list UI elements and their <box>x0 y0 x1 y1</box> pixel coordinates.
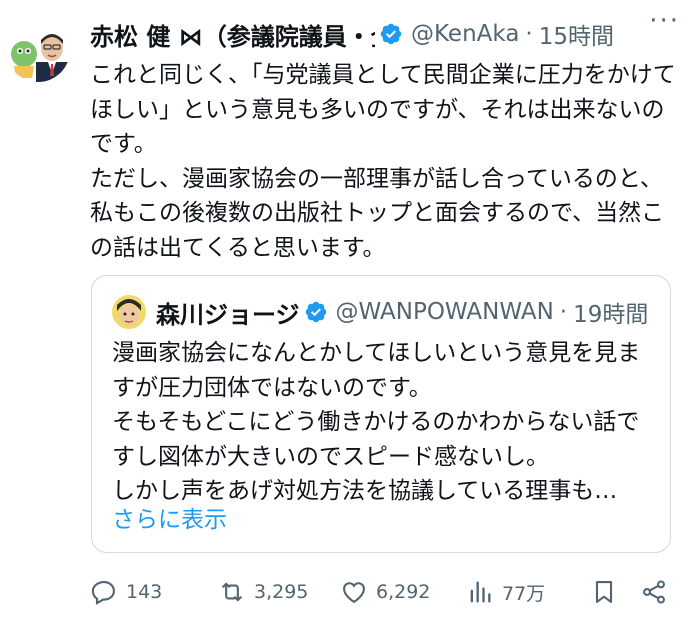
like-count: 6,292 <box>376 581 431 603</box>
bookmark-button[interactable] <box>590 572 626 612</box>
show-more-link[interactable]: さらに表示 <box>112 500 227 534</box>
retweet-count: 3,295 <box>254 581 309 603</box>
separator-dot: · <box>559 299 568 325</box>
retweet-button[interactable]: 3,295 <box>218 572 308 612</box>
quote-body: 漫画家協会になんとかしてほしいという意見を見ますが圧力団体ではないのです。 そも… <box>112 340 641 504</box>
tweet-text: これと同じく、「与党議員として民間企業に圧力をかけてほしい」という意見も多いので… <box>90 58 680 265</box>
reply-button[interactable]: 143 <box>90 572 162 612</box>
quote-author-handle[interactable]: @WANPOWANWAN <box>336 299 554 325</box>
reply-icon <box>91 581 115 605</box>
author-name[interactable]: 赤松 健 ⋈（参議院議員・全 <box>90 17 375 52</box>
views-icon <box>470 581 491 603</box>
quote-author-avatar <box>112 295 146 329</box>
verified-badge-icon <box>380 23 402 45</box>
quote-time[interactable]: 19時間 <box>573 295 648 329</box>
quoted-tweet[interactable]: 森川ジョージ @WANPOWANWAN · 19時間 漫画家協会になんとかしてほ… <box>91 275 671 553</box>
more-icon[interactable]: ··· <box>649 6 680 36</box>
verified-badge-icon <box>305 301 326 323</box>
tweet-body: これと同じく、「与党議員として民間企業に圧力をかけてほしい」という意見も多いので… <box>90 62 676 261</box>
views-count: 77万 <box>502 582 546 605</box>
retweet-icon <box>222 582 242 602</box>
like-icon <box>343 582 365 604</box>
quote-text: 漫画家協会になんとかしてほしいという意見を見ますが圧力団体ではないのです。 そも… <box>112 336 657 509</box>
views-button[interactable]: 77万 <box>466 572 545 612</box>
like-button[interactable]: 6,292 <box>340 572 430 612</box>
share-button[interactable] <box>640 572 676 612</box>
author-handle[interactable]: @KenAka <box>411 21 519 47</box>
reply-count: 143 <box>126 581 163 603</box>
bookmark-icon <box>595 581 613 603</box>
quote-header: 森川ジョージ @WANPOWANWAN · 19時間 <box>112 292 648 332</box>
tweet-header: 赤松 健 ⋈（参議院議員・全 @KenAka · 15時間 <box>90 14 680 54</box>
author-avatar[interactable] <box>6 18 70 82</box>
share-icon <box>643 580 665 604</box>
tweet-time[interactable]: 15時間 <box>539 17 614 51</box>
action-bar: 143 3,295 6,292 77万 <box>90 572 680 612</box>
quote-author-name[interactable]: 森川ジョージ <box>156 295 300 330</box>
separator-dot: · <box>525 21 533 47</box>
